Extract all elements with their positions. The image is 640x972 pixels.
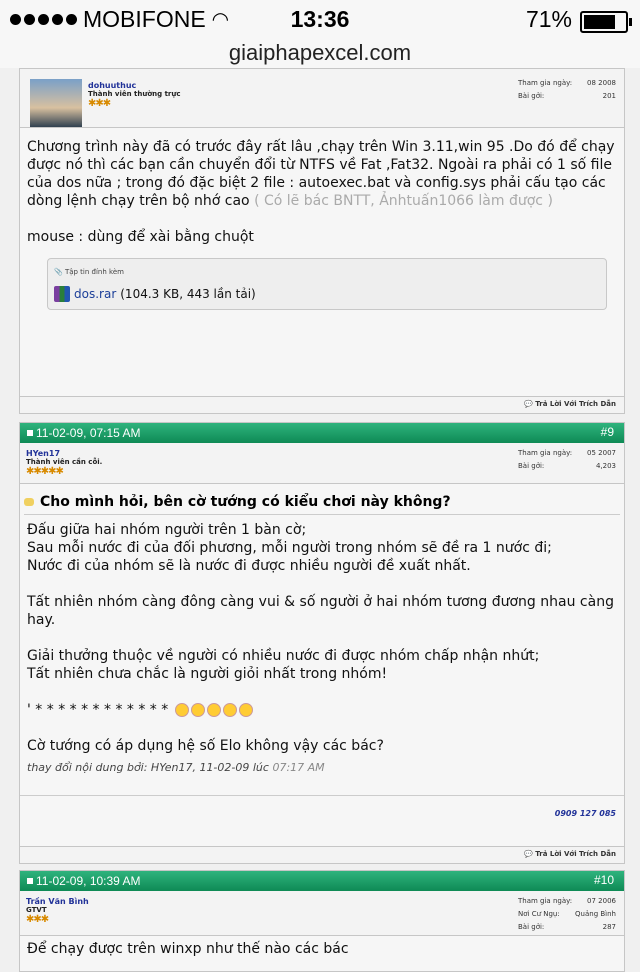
post-line: Đấu giữa hai nhóm người trên 1 bàn cờ; [27,522,307,538]
post-line: Cờ tướng có áp dụng hệ số Elo không vậy … [27,738,384,754]
smiley-icon [238,703,253,717]
posts-label: Bài gởi: [518,462,545,470]
rank-stars: ✱✱✱ [88,98,111,109]
battery-percent: 71% [525,6,572,32]
rank-stars: ✱✱✱✱✱ [26,466,64,477]
thread-title-text: Cho mình hỏi, bên cờ tướng có kiểu chơi … [40,494,451,510]
reply-quote-button[interactable]: 💬 Trả Lời Với Trích Dẫn [524,400,616,408]
username[interactable]: dohuuthuc [88,81,181,90]
smiley-icon [190,703,205,717]
edited-time: 07:17 AM [272,761,325,774]
user-info: dohuuthuc Thành viên thường trực ✱✱✱ Tha… [20,69,624,128]
signature: 0909 127 085 [554,809,616,818]
smiley-icon [174,703,189,717]
post-header: 11-02-09, 07:15 AM #9 [20,423,624,443]
smiley-icon [206,703,221,717]
reply-bar: 💬 Trả Lời Với Trích Dẫn [20,396,624,413]
username[interactable]: HYen17 [26,449,102,458]
post-status-icon [27,878,33,884]
post-text-mouse: mouse : dùng để xài bằng chuột [27,229,254,245]
rar-file-icon [54,286,70,302]
post-8: dohuuthuc Thành viên thường trực ✱✱✱ Tha… [19,68,625,414]
join-label: Tham gia ngày: [518,449,573,457]
username[interactable]: Trần Văn Bình [26,897,89,906]
attachment-info: (104.3 KB, 443 lần tải) [120,287,256,301]
user-info: Trần Văn Bình GTVT ✱✱✱ Tham gia ngày: 07 … [20,891,624,936]
faded-text: ( Có lẽ bác BNTT, Ảnhtuấn1066 làm được ) [254,193,553,209]
smiley-icon [222,703,237,717]
post-line: ' * * * * * * * * * * * * [27,702,169,718]
join-label: Tham gia ngày: [518,897,573,905]
reply-bar: 💬 Trả Lời Với Trích Dẫn [20,846,624,863]
post-date: 11-02-09, 07:15 AM [36,426,141,440]
post-date: 11-02-09, 10:39 AM [36,874,141,888]
post-count: 201 [602,92,616,100]
join-date: 05 2007 [587,449,616,457]
post-10: 11-02-09, 10:39 AM #10 Trần Văn Bình GTV… [19,870,625,972]
post-line: Để chạy được trên winxp như thế nào các … [27,941,349,957]
post-body: Chương trình này đã có trước đây rất lâu… [20,128,624,400]
edited-note: thay đổi nội dung bởi: HYen17, 11-02-09 … [27,759,617,777]
reply-quote-label: Trả Lời Với Trích Dẫn [535,400,616,408]
paperclip-icon: 📎 [54,268,63,276]
battery-icon [580,11,632,33]
reply-quote-label: Trả Lời Với Trích Dẫn [535,850,616,858]
posts-label: Bài gởi: [518,92,545,100]
post-count: 4,203 [595,462,616,470]
post-body: Để chạy được trên winxp như thế nào các … [20,936,624,968]
join-date: 08 2008 [587,79,616,87]
post-body: Đấu giữa hai nhóm người trên 1 bàn cờ; S… [20,515,624,787]
attachment-link[interactable]: dos.rar [74,285,116,303]
location: Quảng Bình [575,910,616,918]
join-label: Tham gia ngày: [518,79,573,87]
attachment-box: 📎 Tập tin đính kèm dos.rar (104.3 KB, 44… [47,258,607,310]
url-text: giaiphapexcel.com [228,40,412,65]
avatar [30,79,82,127]
posts-label: Bài gởi: [518,923,545,931]
post-icon [24,498,34,506]
post-line: Tất nhiên nhóm càng đông càng vui & số n… [27,594,614,628]
user-title: GTVT [26,906,47,914]
post-number[interactable]: #9 [601,425,614,439]
status-bar: MOBIFONE ◠ 13:36 71% [0,0,640,40]
edited-text: thay đổi nội dung bởi: HYen17, 11-02-09 … [27,761,269,774]
url-bar[interactable]: giaiphapexcel.com [0,40,640,68]
post-number[interactable]: #10 [594,873,614,887]
location-label: Nơi Cư Ngụ: [518,910,560,918]
thread-title: Cho mình hỏi, bên cờ tướng có kiểu chơi … [24,494,620,515]
post-header: 11-02-09, 10:39 AM #10 [20,871,624,891]
user-info: HYen17 Thành viên cần cỗi. ✱✱✱✱✱ Tham gi… [20,443,624,484]
attachment-title: Tập tin đính kèm [64,268,124,276]
post-status-icon [27,430,33,436]
post-line: Sau mỗi nước đi của đối phương, mỗi ngườ… [27,540,552,556]
post-line: Tất nhiên chưa chắc là người giỏi nhất t… [27,666,388,682]
post-line: Giải thưởng thuộc về người có nhiều nước… [27,648,540,664]
user-title: Thành viên thường trực [88,90,181,98]
post-count: 287 [602,923,616,931]
user-title: Thành viên cần cỗi. [26,458,103,466]
rank-stars: ✱✱✱ [26,914,49,925]
post-line: Nước đi của nhóm sẽ là nước đi được nhiề… [27,558,471,574]
join-date: 07 2006 [587,897,616,905]
post-9: 11-02-09, 07:15 AM #9 HYen17 Thành viên … [19,422,625,864]
reply-quote-button[interactable]: 💬 Trả Lời Với Trích Dẫn [524,850,616,858]
